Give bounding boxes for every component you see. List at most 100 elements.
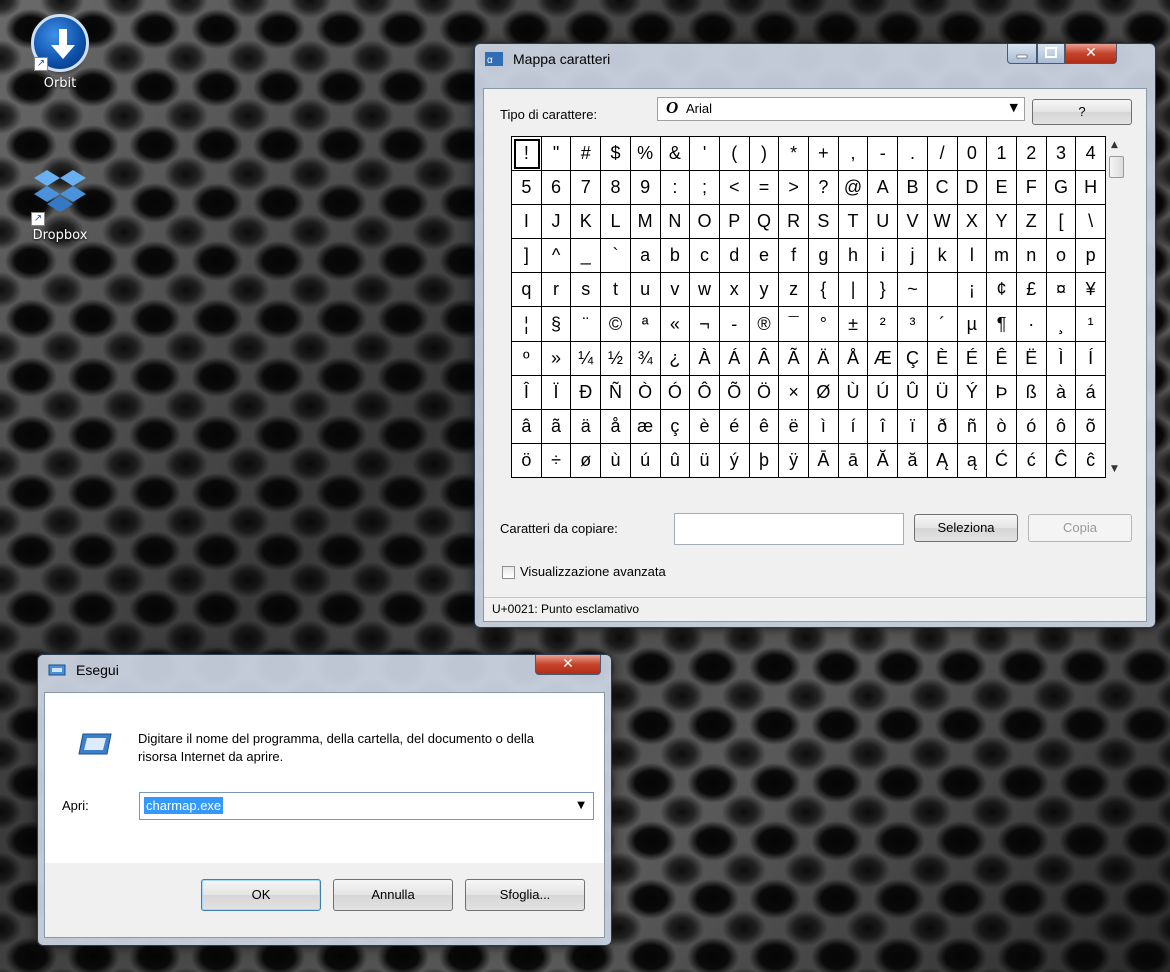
char-cell[interactable]: k [927,239,958,274]
char-cell[interactable]: ¨ [571,307,602,342]
char-cell[interactable]: Í [1076,341,1106,376]
char-cell[interactable]: g [809,239,839,274]
char-cell[interactable]: Ê [987,341,1017,376]
char-cell[interactable]: ą [957,443,988,478]
char-cell[interactable]: R [779,205,809,240]
char-cell[interactable]: s [571,273,602,308]
char-cell[interactable]: ¿ [660,341,691,376]
char-cell[interactable]: ß [1016,375,1047,410]
char-cell[interactable]: · [1016,307,1047,342]
scroll-down-icon[interactable]: ▼ [1111,464,1118,474]
char-cell[interactable]: 1 [987,137,1017,172]
char-cell[interactable]: _ [571,239,602,274]
char-cell[interactable]: ì [809,409,839,444]
char-cell[interactable]: p [1076,239,1106,274]
char-cell[interactable]: î [868,409,899,444]
char-cell[interactable]: Ï [541,375,572,410]
copy-button[interactable]: Copia [1028,514,1132,542]
char-cell[interactable]: « [660,307,691,342]
char-cell[interactable]: Ã [779,341,809,376]
close-button[interactable]: ✕ [1065,44,1117,64]
char-cell[interactable]: H [1076,171,1106,206]
char-cell[interactable]: " [541,137,572,172]
char-cell[interactable]: d [719,239,750,274]
char-cell[interactable]: Á [719,341,750,376]
char-cell[interactable]: Ò [630,375,661,410]
char-cell[interactable]: ¢ [987,273,1017,308]
char-cell[interactable]: Þ [987,375,1017,410]
char-cell[interactable]: h [838,239,869,274]
char-cell[interactable]: / [927,137,958,172]
char-cell[interactable]: @ [838,171,869,206]
char-cell[interactable]: > [779,171,809,206]
char-cell[interactable]: ´ [927,307,958,342]
char-cell[interactable]: ; [690,171,720,206]
font-select[interactable]: O Arial ▼ [657,97,1025,121]
char-cell[interactable]: U [868,205,899,240]
char-cell[interactable]: N [660,205,691,240]
char-cell[interactable]: ¼ [571,341,602,376]
char-cell[interactable]: e [749,239,780,274]
select-button[interactable]: Seleziona [914,514,1018,542]
char-cell[interactable]: Õ [719,375,750,410]
help-button[interactable]: ? [1032,99,1132,125]
char-cell[interactable]: ` [601,239,631,274]
char-cell[interactable]: ä [571,409,602,444]
char-cell[interactable]: E [987,171,1017,206]
char-cell[interactable]: = [749,171,780,206]
char-cell[interactable]: È [927,341,958,376]
char-cell[interactable]: w [690,273,720,308]
char-cell[interactable]: ĉ [1076,443,1106,478]
char-cell[interactable]: T [838,205,869,240]
char-cell[interactable]: ' [690,137,720,172]
char-cell[interactable]: V [898,205,928,240]
char-cell[interactable]: i [868,239,899,274]
char-cell[interactable]: | [838,273,869,308]
char-cell[interactable]: ê [749,409,780,444]
char-cell[interactable]: 7 [571,171,602,206]
char-cell[interactable]: B [898,171,928,206]
char-cell[interactable]: ÷ [541,443,572,478]
char-cell[interactable]: ¡ [957,273,988,308]
char-cell[interactable]: ú [630,443,661,478]
desktop-icon-dropbox[interactable]: ↗ Dropbox [20,166,100,243]
char-cell[interactable]: £ [1016,273,1047,308]
char-cell[interactable]: a [630,239,661,274]
char-cell[interactable]: j [898,239,928,274]
char-cell[interactable]: 5 [512,171,542,206]
char-cell[interactable]: ª [630,307,661,342]
char-cell[interactable]: L [601,205,631,240]
char-cell[interactable]: r [541,273,572,308]
grid-scrollbar[interactable]: ▲ ▼ [1108,136,1125,478]
cancel-button[interactable]: Annulla [333,879,453,911]
char-cell[interactable]: M [630,205,661,240]
char-cell[interactable]: l [957,239,988,274]
char-cell[interactable]: ) [749,137,780,172]
char-cell[interactable]: ò [987,409,1017,444]
char-cell[interactable]: $ [601,137,631,172]
char-cell[interactable]: f [779,239,809,274]
char-cell[interactable]: ³ [898,307,928,342]
char-cell[interactable]: b [660,239,691,274]
char-cell[interactable]: u [630,273,661,308]
char-cell[interactable]: 4 [1076,137,1106,172]
char-cell[interactable]: Ø [809,375,839,410]
char-cell[interactable]: K [571,205,602,240]
char-cell[interactable]: Ç [898,341,928,376]
char-cell[interactable]: \ [1076,205,1106,240]
char-cell[interactable]: Ó [660,375,691,410]
char-cell[interactable]: Ĉ [1046,443,1077,478]
character-grid[interactable]: ! " # $% & '() * +, -./0 1 2 3 4 5 6 7 8 9:; < = >? @ A B C D E F G H… [511,136,1106,478]
run-close-button[interactable]: ✕ [535,655,601,675]
char-cell[interactable]: © [601,307,631,342]
run-titlebar[interactable]: Esegui ✕ [38,655,611,685]
char-cell[interactable]: Ô [690,375,720,410]
char-cell[interactable]: 2 [1016,137,1047,172]
maximize-button[interactable] [1037,44,1065,64]
char-cell[interactable]: á [1076,375,1106,410]
char-cell[interactable]: û [660,443,691,478]
char-cell[interactable]: Ù [838,375,869,410]
char-cell[interactable]: ~ [898,273,928,308]
char-cell[interactable]: ô [1046,409,1077,444]
char-cell[interactable]: ¬ [690,307,720,342]
